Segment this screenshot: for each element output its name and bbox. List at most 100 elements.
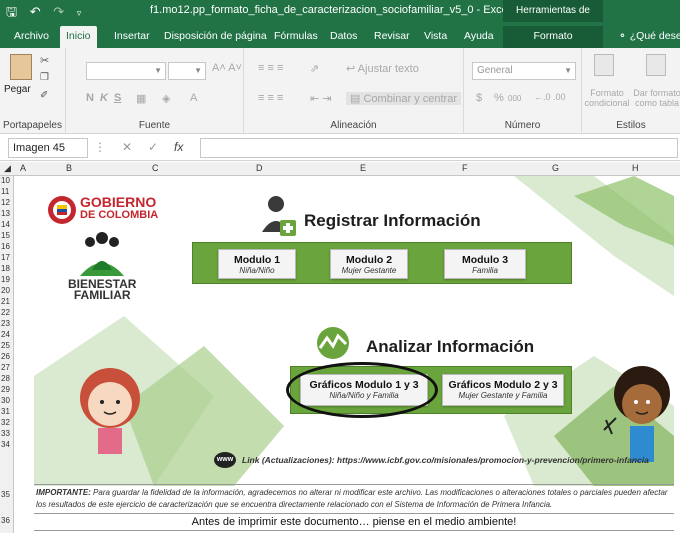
formula-input[interactable] <box>200 138 678 158</box>
column-header-a[interactable]: A <box>20 163 26 173</box>
row-header[interactable]: 17 <box>1 253 10 262</box>
row-header[interactable]: 34 <box>1 440 10 449</box>
paste-button[interactable]: Pegar <box>4 84 31 95</box>
row-header[interactable]: 31 <box>1 407 10 416</box>
column-header-c[interactable]: C <box>152 163 159 173</box>
column-header-h[interactable]: H <box>632 163 639 173</box>
row-header[interactable]: 35 <box>1 490 10 499</box>
row-header[interactable]: 22 <box>1 308 10 317</box>
wrap-text-button[interactable]: ↩ Ajustar texto <box>346 62 419 75</box>
tab-datos[interactable]: Datos <box>324 26 363 48</box>
row-header[interactable]: 30 <box>1 396 10 405</box>
format-table-icon[interactable] <box>646 54 666 76</box>
font-name-combo[interactable]: ▼ <box>86 62 166 80</box>
tab-formulas[interactable]: Fórmulas <box>268 26 324 48</box>
tab-archivo[interactable]: Archivo <box>8 26 55 48</box>
align-left-icon[interactable]: ≡ ≡ ≡ <box>258 92 283 104</box>
tell-me-label: ¿Qué dese <box>629 30 680 42</box>
orientation-icon[interactable]: ⇗ <box>310 62 319 75</box>
enter-icon[interactable]: ✓ <box>148 140 158 154</box>
chevron-down-icon: ▼ <box>194 66 202 75</box>
thousands-button[interactable]: 000 <box>508 94 521 103</box>
paste-icon[interactable] <box>10 54 32 80</box>
merge-center-button[interactable]: ▤ Combinar y centrar <box>346 92 462 105</box>
font-label: Fuente <box>138 120 171 131</box>
conditional-format-button[interactable]: Formato condicional <box>584 88 630 108</box>
tab-ayuda[interactable]: Ayuda <box>458 26 500 48</box>
percent-button[interactable]: % <box>494 92 504 104</box>
row-header[interactable]: 12 <box>1 198 10 207</box>
bold-button[interactable]: N <box>86 92 94 104</box>
italic-button[interactable]: K <box>100 92 108 104</box>
grow-font-icon[interactable]: A˄ A˅ <box>212 62 242 74</box>
module-1-title: Modulo 1 <box>233 254 281 266</box>
column-header-f[interactable]: F <box>462 163 468 173</box>
module-3-button[interactable]: Modulo 3 Familia <box>444 249 526 279</box>
insert-function-button[interactable]: fx <box>174 140 183 154</box>
row-header[interactable]: 24 <box>1 330 10 339</box>
conditional-format-icon[interactable] <box>594 54 614 76</box>
row-header[interactable]: 11 <box>1 187 9 196</box>
tab-inicio[interactable]: Inicio <box>60 26 97 48</box>
column-header-b[interactable]: B <box>66 163 72 173</box>
cut-icon[interactable]: ✂ <box>40 54 49 67</box>
font-color-icon[interactable]: A <box>190 92 197 104</box>
decimal-icon[interactable]: ←.0 .00 <box>534 92 566 102</box>
format-table-button[interactable]: Dar formato como tabla <box>632 88 680 108</box>
name-box[interactable]: Imagen 45 <box>8 138 88 158</box>
fill-color-icon[interactable]: ◈ <box>162 92 170 105</box>
row-header[interactable]: 23 <box>1 319 10 328</box>
tab-formato[interactable]: Formato <box>503 26 603 48</box>
row-header[interactable]: 32 <box>1 418 10 427</box>
underline-button[interactable]: S <box>114 92 121 104</box>
more-icon[interactable]: ⋮ <box>94 140 106 154</box>
row-header[interactable]: 19 <box>1 275 10 284</box>
column-header-d[interactable]: D <box>256 163 263 173</box>
charts-module-2-3-button[interactable]: Gráficos Modulo 2 y 3 Mujer Gestante y F… <box>442 374 564 406</box>
number-format-combo[interactable]: General ▼ <box>472 62 576 80</box>
row-header[interactable]: 25 <box>1 341 10 350</box>
module-1-button[interactable]: Modulo 1 Niña/Niño <box>218 249 296 279</box>
number-format-value: General <box>477 65 513 76</box>
row-header[interactable]: 21 <box>1 297 10 306</box>
row-header[interactable]: 33 <box>1 429 10 438</box>
row-header[interactable]: 18 <box>1 264 10 273</box>
row-header[interactable]: 15 <box>1 231 10 240</box>
tab-disposicion[interactable]: Disposición de página <box>158 26 273 48</box>
row-header[interactable]: 16 <box>1 242 10 251</box>
row-header[interactable]: 13 <box>1 209 10 218</box>
undo-icon[interactable]: ↶ <box>30 4 41 19</box>
copy-icon[interactable]: ❐ <box>40 72 49 83</box>
row-header[interactable]: 28 <box>1 374 10 383</box>
row-header[interactable]: 14 <box>1 220 10 229</box>
important-text: Para guardar la fidelidad de la informac… <box>36 488 668 509</box>
save-icon[interactable]: 🖫 <box>6 4 17 19</box>
tab-revisar[interactable]: Revisar <box>368 26 416 48</box>
row-header[interactable]: 26 <box>1 352 10 361</box>
row-header[interactable]: 27 <box>1 363 10 372</box>
important-note: IMPORTANTE: Para guardar la fidelidad de… <box>34 484 674 514</box>
borders-icon[interactable]: ▦ <box>136 92 146 105</box>
format-painter-icon[interactable]: ✐ <box>40 90 48 101</box>
currency-button[interactable]: $ <box>476 92 482 104</box>
tab-vista[interactable]: Vista <box>418 26 453 48</box>
module-2-button[interactable]: Modulo 2 Mujer Gestante <box>330 249 408 279</box>
chevron-down-icon[interactable]: ▿ <box>77 8 82 18</box>
row-header[interactable]: 10 <box>1 176 10 185</box>
column-header-e[interactable]: E <box>360 163 366 173</box>
row-header[interactable]: 20 <box>1 286 10 295</box>
row-header[interactable]: 29 <box>1 385 10 394</box>
cancel-icon[interactable]: ✕ <box>122 140 132 154</box>
analytics-icon <box>317 327 349 359</box>
redo-icon[interactable]: ↷ <box>53 4 64 19</box>
updates-link[interactable]: Link (Actualizaciones): https://www.icbf… <box>242 455 649 465</box>
globe-icon: www <box>214 452 236 468</box>
tab-insertar[interactable]: Insertar <box>108 26 156 48</box>
align-top-icon[interactable]: ≡ ≡ ≡ <box>258 62 283 74</box>
tell-me-search[interactable]: ⚬ ¿Qué dese <box>612 26 680 48</box>
select-all-icon[interactable]: ◢ <box>4 163 11 174</box>
row-header[interactable]: 36 <box>1 516 10 525</box>
indent-icon[interactable]: ⇤ ⇥ <box>310 92 332 105</box>
column-header-g[interactable]: G <box>552 163 559 173</box>
font-size-combo[interactable]: ▼ <box>168 62 206 80</box>
